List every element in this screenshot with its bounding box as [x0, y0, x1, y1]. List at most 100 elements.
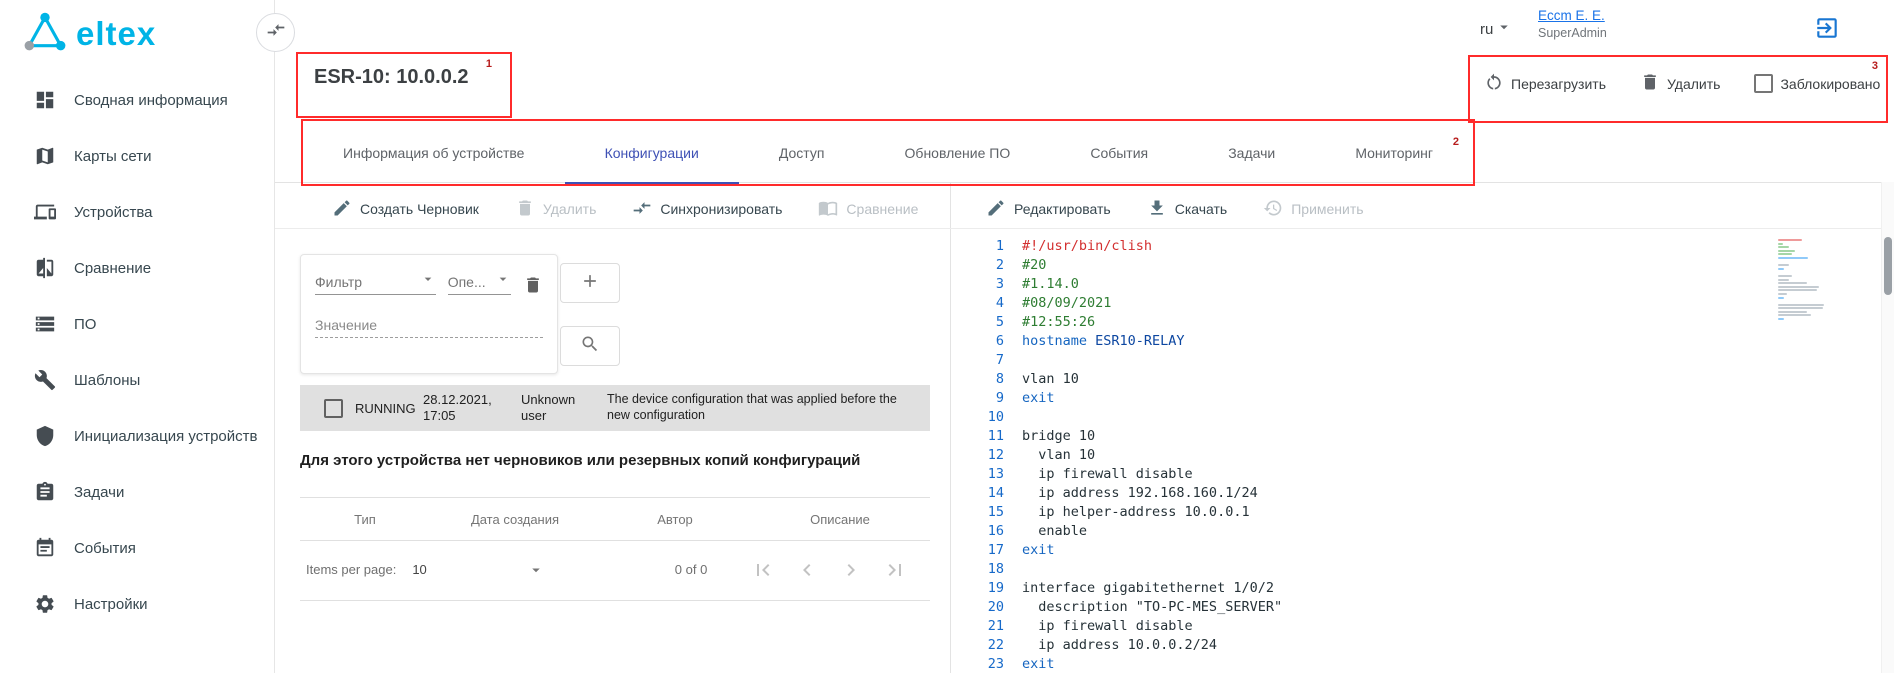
blocked-checkbox[interactable]: Заблокировано [1754, 74, 1880, 93]
tab-2[interactable]: Конфигурации [565, 121, 739, 184]
add-filter-button[interactable] [560, 263, 620, 303]
eltex-logo: eltex [22, 10, 156, 57]
items-per-page-label: Items per page: [306, 562, 396, 577]
filter-value-input[interactable] [315, 317, 543, 338]
items-per-page-value[interactable]: 10 [412, 562, 426, 577]
next-page-button[interactable] [839, 558, 863, 582]
tasks-clipboard-icon [34, 481, 56, 503]
previous-page-button[interactable] [795, 558, 819, 582]
trash-icon [515, 198, 535, 221]
compare-book-icon [818, 198, 838, 221]
paginator: Items per page: 10 0 of 0 [300, 539, 930, 601]
code-gutter: 1234567891011121314151617181920212223 [952, 237, 1004, 673]
edit-config-label: Редактировать [1014, 201, 1111, 217]
logout-icon [1814, 28, 1840, 45]
code-content: #!/usr/bin/clish#20#1.14.0#08/09/2021#12… [1022, 237, 1282, 673]
sidebar-item[interactable]: Задачи [0, 464, 274, 520]
network-map-icon [34, 145, 56, 167]
sidebar-item[interactable]: Сравнение [0, 240, 274, 296]
tabs-row: Информация об устройствеКонфигурацииДост… [303, 121, 1473, 184]
templates-wrench-icon [34, 369, 56, 391]
sidebar-item-label: События [74, 540, 136, 557]
sidebar-item-label: Устройства [74, 204, 152, 221]
download-config-button[interactable]: Скачать [1147, 198, 1228, 221]
tab-1[interactable]: Информация об устройстве [303, 121, 565, 184]
paginator-nav [751, 558, 907, 582]
history-icon [1263, 198, 1283, 221]
filter-operator-label: Опе... [448, 274, 486, 290]
download-config-label: Скачать [1175, 201, 1228, 217]
filter-operator-select[interactable]: Опе... [448, 271, 511, 295]
chevron-down-icon [495, 271, 511, 290]
search-icon [580, 334, 600, 359]
sidebar-item[interactable]: Шаблоны [0, 352, 274, 408]
plus-icon [580, 271, 600, 296]
sidebar-item[interactable]: Карты сети [0, 128, 274, 184]
chevron-down-icon[interactable] [527, 561, 545, 579]
column-header: Тип [354, 512, 376, 527]
logout-button[interactable] [1814, 15, 1840, 41]
user-role: SuperAdmin [1538, 26, 1607, 40]
sidebar-item-label: Сравнение [74, 260, 151, 277]
sync-arrows-icon [632, 198, 652, 221]
firmware-storage-icon [34, 313, 56, 335]
column-header: Автор [657, 512, 693, 527]
tab-7[interactable]: Мониторинг [1315, 121, 1473, 184]
sync-config-button[interactable]: Синхронизировать [632, 198, 782, 221]
language-select[interactable]: ru [1480, 18, 1513, 40]
user-block: Eccm E. E. SuperAdmin [1538, 8, 1607, 40]
sidebar-item-label: Настройки [74, 596, 148, 613]
sidebar-divider [274, 0, 275, 673]
last-page-button[interactable] [883, 558, 907, 582]
device-init-shield-icon [34, 425, 56, 447]
download-icon [1147, 198, 1167, 221]
eltex-logo-mark-icon [22, 10, 68, 57]
sidebar-item[interactable]: Сводная информация [0, 72, 274, 128]
tab-4[interactable]: Обновление ПО [865, 121, 1051, 184]
compare-icon [34, 257, 56, 279]
device-tabs: Информация об устройствеКонфигурацииДост… [301, 119, 1475, 186]
annotation-number-3: 3 [1872, 60, 1878, 72]
reboot-icon [1484, 72, 1504, 95]
config-author: Unknown user [521, 392, 595, 425]
delete-config-button[interactable]: Удалить [515, 198, 596, 221]
compare-config-button[interactable]: Сравнение [818, 198, 918, 221]
running-config-row[interactable]: RUNNING 28.12.2021, 17:05 Unknown user T… [300, 385, 930, 431]
checkbox-icon [1754, 74, 1773, 93]
code-minimap [1778, 239, 1826, 322]
delete-device-button[interactable]: Удалить [1640, 72, 1720, 95]
edit-config-button[interactable]: Редактировать [986, 198, 1111, 221]
apply-config-button[interactable]: Применить [1263, 198, 1363, 221]
sidebar-toggle-button[interactable] [256, 13, 295, 52]
toolbars-bottom-divider [275, 228, 1894, 229]
remove-filter-button[interactable] [523, 275, 543, 295]
first-page-button[interactable] [751, 558, 775, 582]
row-checkbox[interactable] [324, 399, 343, 418]
sidebar-item[interactable]: События [0, 520, 274, 576]
editor-scrollbar-thumb[interactable] [1884, 237, 1892, 295]
sidebar-item-label: Шаблоны [74, 372, 140, 389]
config-type: RUNNING [355, 401, 419, 416]
sidebar: Сводная информацияКарты сети Устройства Ср… [0, 72, 274, 673]
apply-search-button[interactable] [560, 326, 620, 366]
editor-toolbar: Редактировать Скачать Применить [986, 190, 1364, 228]
tab-6[interactable]: Задачи [1188, 121, 1315, 184]
create-draft-label: Создать Черновик [360, 201, 479, 217]
annotation-number-2: 2 [1453, 136, 1459, 148]
tab-3[interactable]: Доступ [739, 121, 865, 184]
settings-gear-icon [34, 593, 56, 615]
filter-field-select[interactable]: Фильтр [315, 271, 436, 295]
reboot-device-button[interactable]: Перезагрузить [1484, 72, 1606, 95]
sidebar-item[interactable]: Устройства [0, 184, 274, 240]
sidebar-item[interactable]: ПО [0, 296, 274, 352]
page-range-label: 0 of 0 [675, 562, 708, 577]
column-header: Дата создания [471, 512, 559, 527]
create-draft-button[interactable]: Создать Черновик [332, 198, 479, 221]
user-link[interactable]: Eccm E. E. [1538, 8, 1607, 23]
sidebar-item-label: Инициализация устройств [74, 428, 257, 445]
tab-5[interactable]: События [1050, 121, 1188, 184]
pencil-icon [332, 198, 352, 221]
sidebar-item[interactable]: Инициализация устройств [0, 408, 274, 464]
blocked-label: Заблокировано [1780, 76, 1880, 92]
sidebar-item[interactable]: Настройки [0, 576, 274, 632]
